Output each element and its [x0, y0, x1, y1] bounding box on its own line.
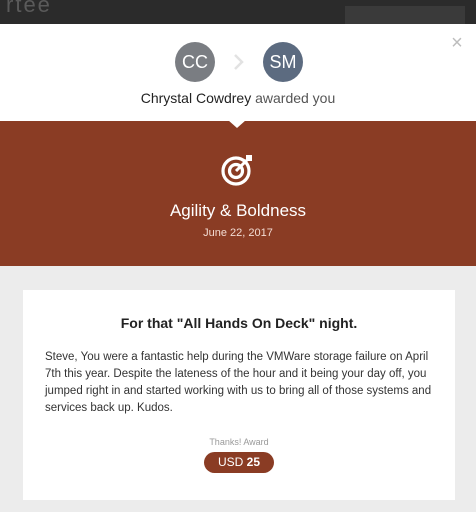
sender-name[interactable]: Chrystal Cowdrey	[141, 90, 251, 106]
close-icon[interactable]: ×	[448, 33, 466, 53]
awarded-verb: awarded you	[255, 90, 336, 106]
award-banner: Agility & Boldness June 22, 2017	[0, 120, 476, 266]
background-app-text: rtee	[6, 0, 52, 17]
recipient-avatar: SM	[263, 42, 303, 82]
background-app-search	[345, 6, 465, 24]
award-date: June 22, 2017	[203, 227, 273, 239]
amount-value: 25	[246, 455, 261, 469]
sender-avatar: CC	[175, 42, 215, 82]
message-card: For that "All Hands On Deck" night. Stev…	[23, 290, 455, 500]
award-header: × CC SM Chrystal Cowdrey awarded you	[0, 24, 476, 121]
award-title: Agility & Boldness	[169, 201, 307, 220]
chevron-right-icon	[234, 54, 244, 70]
awarded-line: Chrystal Cowdrey awarded you	[0, 90, 476, 106]
message-title: For that "All Hands On Deck" night.	[120, 315, 358, 331]
award-modal: × CC SM Chrystal Cowdrey awarded you Agi…	[0, 24, 476, 512]
award-amount-badge: USD 25	[204, 452, 274, 473]
background-app-bar: rtee	[0, 0, 476, 24]
award-type-label: Thanks! Award	[209, 437, 269, 447]
message-body: Steve, You were a fantastic help during …	[45, 351, 432, 414]
banner-notch	[228, 120, 246, 128]
target-icon	[221, 155, 252, 186]
currency-label: USD	[217, 455, 244, 469]
